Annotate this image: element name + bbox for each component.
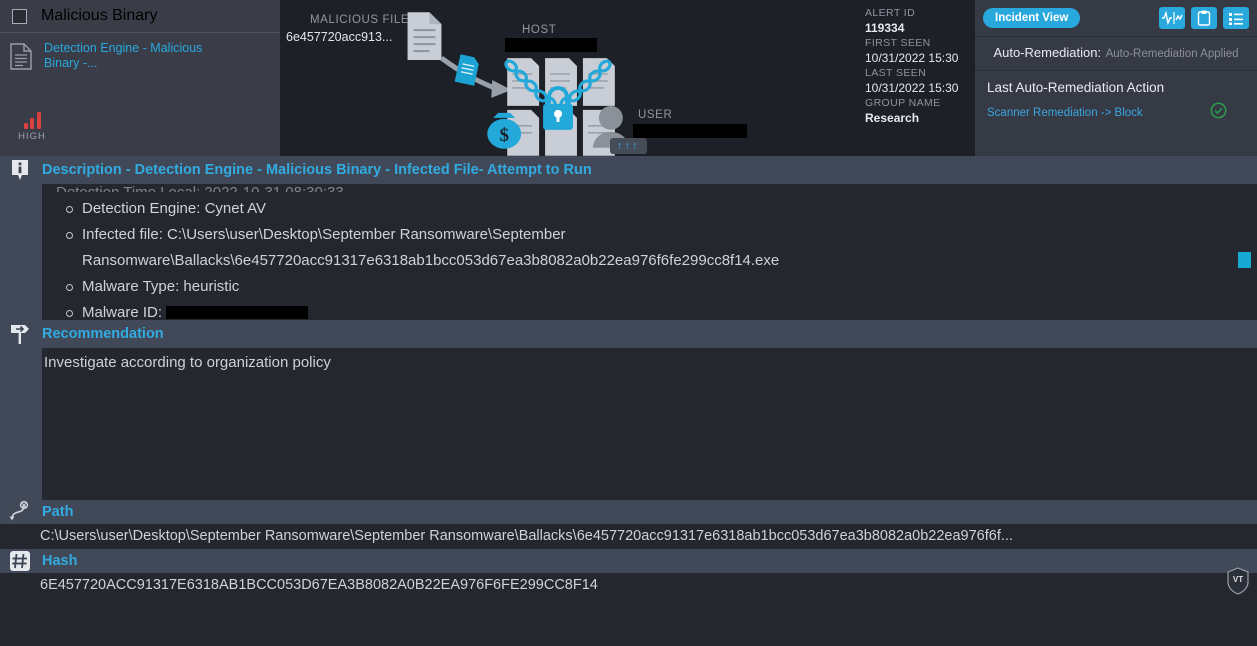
incident-panel: Incident View Auto-Remediation: Auto-Rem… <box>975 0 1257 156</box>
hash-icon <box>8 550 32 572</box>
list-item: Infected file: C:\Users\user\Desktop\Sep… <box>56 222 1257 274</box>
alert-id-value: 119334 <box>865 21 905 35</box>
last-seen-label: LAST SEEN <box>865 67 927 79</box>
malicious-file-label: MALICIOUS FILE <box>310 14 410 26</box>
collapse-graph-button[interactable]: ↑↑↑ <box>610 138 647 154</box>
incident-view-button[interactable]: Incident View <box>983 8 1081 28</box>
first-seen-label: FIRST SEEN <box>865 37 931 49</box>
description-title: Description - Detection Engine - Malicio… <box>42 162 592 178</box>
host-label: HOST <box>522 24 557 36</box>
path-icon <box>8 501 32 523</box>
check-circle-icon <box>1210 102 1227 124</box>
path-title: Path <box>42 504 74 520</box>
last-action-link[interactable]: Scanner Remediation -> Block <box>987 107 1143 119</box>
recommendation-header: Recommendation <box>0 320 1257 348</box>
description-header: Description - Detection Engine - Malicio… <box>0 156 1257 184</box>
select-alert-checkbox[interactable] <box>12 8 27 24</box>
severity-label: HIGH <box>18 131 46 142</box>
description-body: Detection Time Local: 2022-10-31 08:30:3… <box>42 184 1257 320</box>
last-seen-value: 10/31/2022 15:30 <box>865 81 959 95</box>
info-icon <box>8 159 32 181</box>
description-section: Detection Time Local: 2022-10-31 08:30:3… <box>0 184 1257 320</box>
user-value: REDACTED <box>633 124 747 138</box>
alert-metadata: ALERT ID 119334 FIRST SEEN 10/31/2022 15… <box>855 0 975 156</box>
description-bullets: Detection Engine: Cynet AV Infected file… <box>56 192 1257 320</box>
severity-indicator: HIGH <box>10 112 54 142</box>
last-action-title: Last Auto-Remediation Action <box>987 80 1165 95</box>
hash-section: Hash 6E457720ACC91317E6318AB1BCC053D67EA… <box>0 549 1257 598</box>
document-icon <box>10 41 34 75</box>
alert-detail-page: Malicious Binary Detection Engine - Mali… <box>0 0 1257 646</box>
hash-value[interactable]: 6E457720ACC91317E6318AB1BCC053D67EA3B808… <box>0 573 1257 598</box>
signal-bars-icon <box>10 112 54 129</box>
activity-chart-icon[interactable] <box>1159 7 1185 29</box>
malicious-file-node <box>407 12 442 61</box>
virustotal-badge[interactable]: VT <box>1225 566 1251 596</box>
attack-graph: $ MALICIOUS FILE 6e457720acc913... HOST … <box>280 0 855 156</box>
alert-card-header: Malicious Binary <box>0 0 280 32</box>
recommendation-section: Investigate according to organization po… <box>0 348 1257 500</box>
list-item: Detection Engine: Cynet AV <box>56 196 1257 222</box>
auto-remediation-value: Auto-Remediation Applied <box>1105 48 1239 60</box>
description-clipped-line: Detection Time Local: 2022-10-31 08:30:3… <box>56 184 1257 192</box>
alert-name-link[interactable]: Detection Engine - Malicious Binary -... <box>44 41 224 75</box>
user-label: USER <box>638 109 673 121</box>
auto-remediation-label: Auto-Remediation: <box>993 45 1102 60</box>
list-item: Malware ID: <box>56 300 1257 320</box>
hash-title: Hash <box>42 553 78 569</box>
malicious-file-value: 6e457720acc913... <box>286 30 393 44</box>
auto-remediation-status: Auto-Remediation: Auto-Remediation Appli… <box>975 37 1257 70</box>
clipboard-icon[interactable] <box>1191 7 1217 29</box>
incident-toolbar: Incident View <box>975 0 1257 36</box>
last-remediation-block: Last Auto-Remediation Action Scanner Rem… <box>975 71 1257 124</box>
host-value: REDACTED <box>505 38 597 52</box>
alert-id-label: ALERT ID <box>865 7 916 19</box>
group-name-value: Research <box>865 111 920 125</box>
checklist-icon[interactable] <box>1223 7 1249 29</box>
top-section: Malicious Binary Detection Engine - Mali… <box>0 0 1257 156</box>
alert-card-body: Detection Engine - Malicious Binary -...… <box>0 33 280 156</box>
alert-summary-card: Malicious Binary Detection Engine - Mali… <box>0 0 280 156</box>
group-name-label: GROUP NAME <box>865 97 941 109</box>
first-seen-value: 10/31/2022 15:30 <box>865 51 959 65</box>
alert-title: Malicious Binary <box>41 7 158 24</box>
recommendation-title: Recommendation <box>42 326 164 342</box>
list-item: Malware Type: heuristic <box>56 274 1257 300</box>
svg-text:$: $ <box>499 125 508 146</box>
vt-label: VT <box>1233 575 1243 584</box>
recommendation-text: Investigate according to organization po… <box>44 354 331 371</box>
path-section: Path C:\Users\user\Desktop\September Ran… <box>0 500 1257 549</box>
description-scrollbar-thumb[interactable] <box>1238 252 1251 268</box>
signpost-icon <box>8 323 32 345</box>
path-value[interactable]: C:\Users\user\Desktop\September Ransomwa… <box>0 524 1257 549</box>
